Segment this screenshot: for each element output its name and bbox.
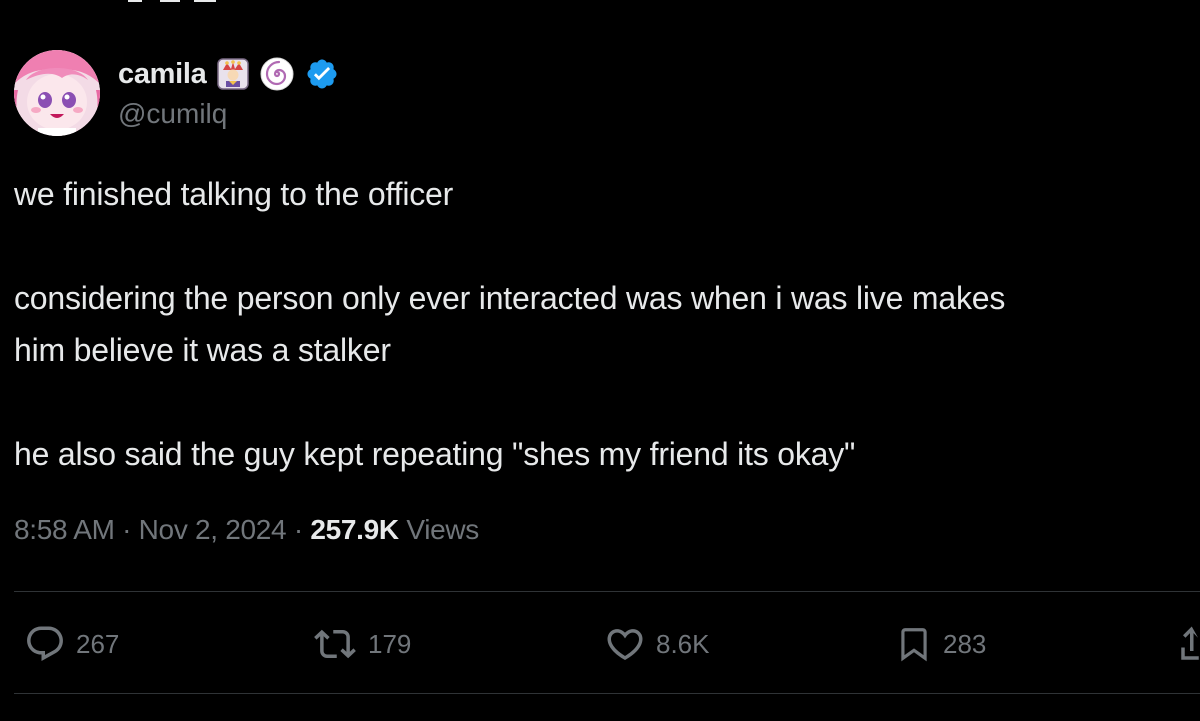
share-icon [1180,623,1200,665]
tweet-text-line: considering the person only ever interac… [14,280,1006,316]
views-count[interactable]: 257.9K [310,514,399,545]
swirl-badge-icon [259,56,295,92]
tweet-text-line: him believe it was a stalker [14,332,391,368]
avatar[interactable] [14,50,100,136]
reply-button[interactable]: 267 [24,614,119,674]
verified-badge-icon[interactable] [305,57,339,91]
heart-icon [604,623,646,665]
tweet-meta: 8:58 AM · Nov 2, 2024 · 257.9K Views [14,514,479,546]
bookmark-icon [895,622,933,666]
post-date[interactable]: Nov 2, 2024 [139,514,287,545]
share-button[interactable] [1180,614,1200,674]
reply-count: 267 [76,628,120,659]
divider [14,693,1200,694]
reply-icon [24,623,66,665]
like-count: 8.6K [656,628,710,659]
display-name[interactable]: camila [118,58,207,91]
post-time[interactable]: 8:58 AM [14,514,115,545]
views-label: Views [406,514,480,545]
author-name-row: camila [118,54,339,94]
divider [14,591,1200,592]
tweet-text-line: he also said the guy kept repeating "she… [14,436,856,472]
meta-separator: · [122,514,132,545]
tweet-text-line: we finished talking to the officer [14,176,454,212]
bookmark-count: 283 [943,628,987,659]
bookmark-button[interactable]: 283 [895,614,986,674]
author-handle[interactable]: @cumilq [118,98,227,130]
jester-emoji-icon [216,58,249,90]
tweet-post: camila @cumilq we finished talking to th… [0,0,1200,721]
repost-icon [312,623,358,665]
repost-count: 179 [368,628,412,659]
action-bar: 267 179 8.6K 283 [0,614,1200,674]
repost-button[interactable]: 179 [312,614,411,674]
meta-separator: · [293,514,303,545]
tweet-text: we finished talking to the officer consi… [14,168,1200,480]
like-button[interactable]: 8.6K [604,614,710,674]
author-block: camila @cumilq [14,50,714,140]
